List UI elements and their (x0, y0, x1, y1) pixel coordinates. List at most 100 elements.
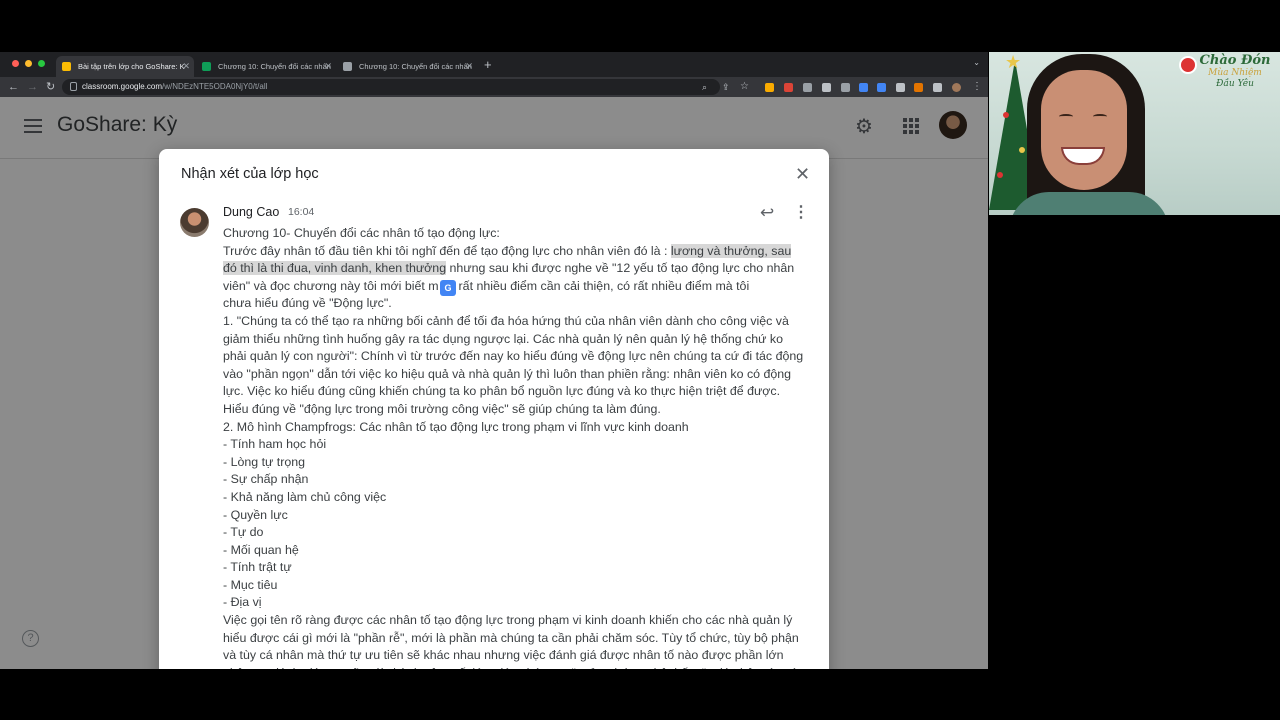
comment-line: - Địa vị (223, 594, 813, 612)
extension-icon[interactable] (784, 83, 793, 92)
screen: Bài tập trên lớp cho GoShare: K ✕ Chương… (0, 0, 1280, 720)
comment-text: nhưng sau khi được nghe về "12 yếu tố tạ… (446, 261, 795, 276)
ornament (1003, 112, 1009, 118)
comment-text: hiểu được cái gì mới là "phần rễ", mới l… (223, 630, 799, 645)
comment-line: - Khả năng làm chủ công việc (223, 489, 813, 507)
comment-text: Trước đây nhân tố đầu tiên khi tôi nghĩ … (223, 243, 671, 258)
translate-icon[interactable]: G (440, 280, 456, 296)
close-tab-icon[interactable]: ✕ (182, 56, 190, 77)
comment-text: - Lòng tự trọng (223, 454, 305, 469)
ornament (1019, 147, 1025, 153)
profile-avatar[interactable] (952, 83, 961, 92)
close-window-button[interactable] (12, 60, 19, 67)
class-comments-dialog: Nhận xét của lớp học ✕ Dung Cao 16:04 ↩ … (159, 149, 829, 669)
reload-icon[interactable]: ↻ (46, 79, 55, 95)
person-face (1041, 70, 1127, 190)
close-tab-icon[interactable]: ✕ (465, 56, 473, 77)
bookmark-star-icon[interactable]: ☆ (740, 79, 749, 95)
comment-text: - Quyền lực (223, 507, 288, 522)
tab-label: Chương 10: Chuyển đổi các nhân (218, 62, 331, 71)
extension-icon[interactable] (841, 83, 850, 92)
chevron-down-icon[interactable]: ⌄ (973, 58, 980, 67)
webcam-overlay: ★ Chào Đón Mùa Nhiệm Đầu Yêu (989, 52, 1280, 215)
comment-line: 1. "Chúng ta có thể tạo ra những bối cản… (223, 313, 813, 331)
extension-icon[interactable] (822, 83, 831, 92)
sheets-favicon-icon (202, 62, 211, 71)
comment-line: lực. Việc ko hiểu đúng cũng khiến chúng … (223, 383, 813, 401)
comment-line: giảm thiểu những tình huống gây ra tác d… (223, 331, 813, 349)
more-vert-icon[interactable]: ⋮ (972, 79, 982, 95)
banner-line-2: Mùa Nhiệm (1208, 68, 1262, 78)
comment-line: Trước đây nhân tố đầu tiên khi tôi nghĩ … (223, 243, 813, 261)
eye (1059, 114, 1073, 119)
minimize-window-button[interactable] (25, 60, 32, 67)
zoom-icon[interactable]: ⌕ (702, 79, 707, 95)
browser-toolbar: ← → ↻ classroom.google.com/w/NDEzNTE5ODA… (0, 77, 988, 97)
extension-icon[interactable] (803, 83, 812, 92)
puzzle-icon[interactable] (933, 83, 942, 92)
extension-icon[interactable] (896, 83, 905, 92)
comment-text: lực. Việc ko hiểu đúng cũng khiến chúng … (223, 384, 781, 399)
comment-line: và tùy cá nhân mà thứ tự ưu tiên sẽ khác… (223, 647, 813, 665)
comment-line: phải quản lý con người": Chính vì từ trư… (223, 348, 813, 366)
comment-line: - Tự do (223, 524, 813, 542)
comment-body: Chương 10- Chuyển đổi các nhân tố tạo độ… (223, 225, 813, 669)
forward-arrow-icon[interactable]: → (27, 79, 38, 95)
lock-icon (70, 82, 77, 91)
extension-icon[interactable] (765, 83, 774, 92)
comment-line: - Mối quan hệ (223, 542, 813, 560)
tab-chapter10-b[interactable]: Chương 10: Chuyển đổi các nhân ✕ (337, 56, 477, 77)
comment-line: chưa hiểu đúng về "Động lực". (223, 295, 813, 313)
comment-line: - Quyền lực (223, 507, 813, 525)
tab-chapter10-a[interactable]: Chương 10: Chuyển đổi các nhân ✕ (196, 56, 336, 77)
comment-line: 2. Mô hình Champfrogs: Các nhân tố tạo đ… (223, 419, 813, 437)
address-bar[interactable]: classroom.google.com/w/NDEzNTE5ODA0NjY0/… (62, 79, 720, 95)
reply-icon[interactable]: ↩ (760, 204, 774, 222)
classroom-favicon-icon (62, 62, 71, 71)
tab-label: Chương 10: Chuyển đổi các nhân (359, 62, 472, 71)
comment-text: - Tự do (223, 525, 264, 540)
comment-line: viên" và đọc chương này tôi mới biết m c… (223, 278, 813, 296)
comment-line: Chương 10- Chuyển đổi các nhân tố tạo độ… (223, 225, 813, 243)
author-avatar (180, 208, 209, 237)
comment-text: - Mối quan hệ (223, 542, 299, 557)
comment-text: nhân sự đánh giá cao cũng là thành công … (223, 666, 797, 669)
extension-icon[interactable] (914, 83, 923, 92)
comment-text: giảm thiểu những tình huống gây ra tác d… (223, 331, 783, 346)
comment-line: - Sự chấp nhận (223, 471, 813, 489)
author-name: Dung Cao (223, 205, 280, 219)
comment-text: - Địa vị (223, 595, 262, 610)
comment-text: 1. "Chúng ta có thể tạo ra những bối cản… (223, 313, 789, 328)
banner-line-1: Chào Đón (1199, 53, 1271, 68)
comment-line: vào "phần ngọn" dẫn tới việc ko hiệu quả… (223, 366, 813, 384)
comment-text: chưa hiểu đúng về "Động lực". (223, 296, 392, 311)
shirt (1009, 192, 1169, 215)
share-icon[interactable]: ⇪ (722, 79, 730, 95)
dialog-title: Nhận xét của lớp học (181, 166, 319, 182)
tab-assignments[interactable]: Bài tập trên lớp cho GoShare: K ✕ (56, 56, 194, 77)
classroom-page: GoShare: Kỳ ⚙ ? Nhận xét của lớp học ✕ D… (0, 97, 988, 669)
comment-text: Việc gọi tên rõ ràng được các nhân tố tạ… (223, 613, 793, 628)
comment-line: nhân sự đánh giá cao cũng là thành công … (223, 665, 813, 669)
comment-text: - Khả năng làm chủ công việc (223, 489, 387, 504)
url-text: classroom.google.com/w/NDEzNTE5ODA0NjY0/… (82, 82, 268, 91)
more-vert-icon[interactable]: ⋮ (793, 204, 809, 222)
back-arrow-icon[interactable]: ← (8, 79, 19, 95)
comment-text: phải quản lý con người": Chính vì từ trư… (223, 349, 804, 364)
comment-time: 16:04 (288, 206, 315, 218)
comment-line: - Lòng tự trọng (223, 454, 813, 472)
comment-text: vào "phần ngọn" dẫn tới việc ko hiệu quả… (223, 366, 792, 381)
close-tab-icon[interactable]: ✕ (324, 56, 332, 77)
new-tab-icon[interactable]: + (484, 56, 492, 74)
extension-icon[interactable] (877, 83, 886, 92)
comment-text: viên" và đọc chương này tôi mới biết m c… (223, 278, 750, 293)
banner-line-3: Đầu Yêu (1216, 79, 1254, 89)
extension-icon[interactable] (859, 83, 868, 92)
eye (1093, 114, 1107, 119)
close-icon[interactable]: ✕ (795, 165, 810, 183)
comment-text: Hiểu đúng về "động lực trong môi trường … (223, 401, 661, 416)
comment-line: hiểu được cái gì mới là "phần rễ", mới l… (223, 630, 813, 648)
comment-line: đó thì là thi đua, vinh danh, khen thưởn… (223, 260, 813, 278)
ornament (997, 172, 1003, 178)
maximize-window-button[interactable] (38, 60, 45, 67)
